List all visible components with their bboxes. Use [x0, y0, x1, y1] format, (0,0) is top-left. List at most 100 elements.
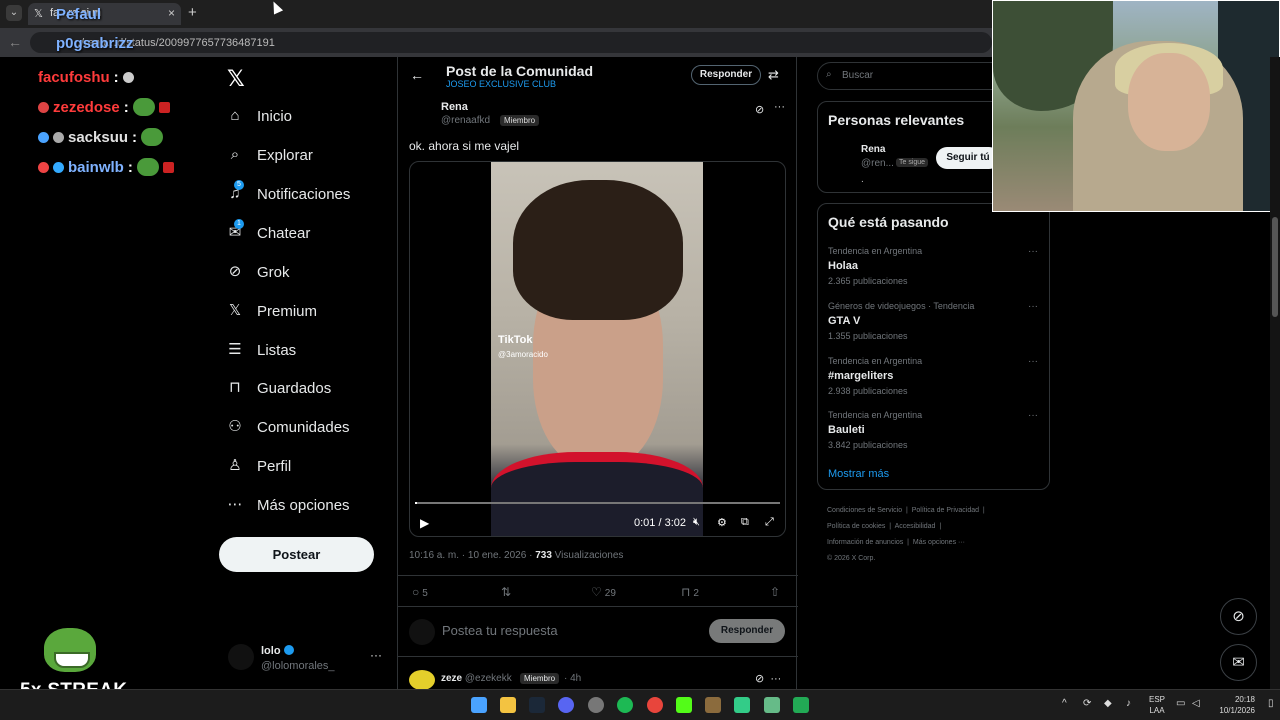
tiktok-username: @3amoracido — [498, 350, 548, 359]
sidebar-item-guardados[interactable]: ⊓ Guardados — [226, 373, 331, 403]
pip-icon[interactable]: ⧉ — [741, 516, 749, 529]
back-arrow-icon[interactable]: ← — [410, 67, 424, 83]
author-handle[interactable]: @renaafkd — [441, 115, 490, 126]
tiktok-watermark: TikTok — [498, 334, 533, 346]
trend-item[interactable]: Tendencia en Argentina Bauleti 3.842 pub… — [828, 410, 1038, 450]
sidebar-item-explorar[interactable]: ⌕ Explorar — [226, 140, 313, 170]
follow-button[interactable]: Seguir tú — [936, 147, 1000, 169]
sidebar-item-grok[interactable]: ⊘ Grok — [226, 257, 290, 287]
language-indicator[interactable]: ESP LAA — [1149, 694, 1165, 716]
scroll-thumb[interactable] — [1272, 217, 1278, 317]
video-progress-fill — [415, 502, 418, 504]
file-explorer-icon[interactable] — [500, 697, 516, 713]
volume-icon[interactable]: ◁ — [1192, 698, 1200, 709]
grok-icon[interactable]: ⊘ — [755, 103, 764, 116]
notification-badge: 1 — [234, 219, 244, 229]
reply-button[interactable]: Responder — [691, 65, 761, 85]
spotify-icon[interactable] — [617, 697, 633, 713]
footer-link[interactable]: Información de anuncios — [827, 539, 903, 546]
sidebar-item-comunidades[interactable]: ⚇ Comunidades — [226, 412, 349, 442]
url-field[interactable]: …/rena…d/status/2009977657736487191 — [30, 32, 992, 53]
more-icon[interactable]: ··· — [774, 101, 785, 113]
share-icon[interactable]: ⇧ — [770, 585, 783, 599]
settings-gear-icon[interactable]: ⚙ — [717, 516, 727, 529]
reply-action[interactable]: ○ 5 — [412, 585, 428, 599]
sidebar-item-listas[interactable]: ☰ Listas — [226, 335, 296, 365]
views-label: Visualizaciones — [551, 550, 624, 561]
close-tab-icon[interactable]: × — [168, 6, 175, 20]
browser-tab[interactable]: 𝕏 fa...ra si m × — [28, 3, 181, 25]
sidebar-item-notificaciones[interactable]: ♫ 5 Notificaciones — [226, 179, 350, 209]
more-icon[interactable]: ··· — [1028, 246, 1038, 257]
filter-icon[interactable]: ⇄ — [768, 67, 779, 83]
footer-link[interactable]: Política de Privacidad — [912, 507, 979, 514]
messages-fab-icon[interactable]: ✉ — [1220, 644, 1257, 681]
video-progress-bar[interactable] — [415, 502, 780, 504]
more-icon[interactable]: ··· — [1028, 410, 1038, 421]
steam-icon[interactable] — [529, 697, 545, 713]
more-icon[interactable]: ⊘ ··· — [755, 672, 781, 685]
back-arrow-icon[interactable]: ← — [8, 34, 22, 50]
footer-link[interactable]: Política de cookies — [827, 523, 885, 530]
scrollbar[interactable] — [1270, 57, 1280, 689]
bookmark-action[interactable]: ⊓ 2 — [681, 585, 699, 599]
avatar[interactable] — [828, 144, 856, 172]
community-link[interactable]: JOSEO EXCLUSIVE CLUB — [446, 79, 556, 89]
reply-author[interactable]: zeze @ezekekk — [441, 673, 512, 684]
network-icon[interactable]: ▭ — [1176, 698, 1185, 709]
sidebar-item-chatear[interactable]: ✉ 1 Chatear — [226, 218, 310, 248]
footer-link[interactable]: Condiciones de Servicio — [827, 507, 902, 514]
trend-category: Tendencia en Argentina — [828, 246, 923, 256]
repost-action[interactable]: ⇅ — [501, 585, 514, 599]
chevron-up-icon[interactable]: ^ — [1062, 698, 1067, 709]
reply-author-handle: @ezekekk — [464, 673, 512, 684]
x-logo-icon[interactable]: 𝕏 — [227, 66, 245, 92]
relevant-name[interactable]: Rena — [861, 144, 885, 155]
app-icon[interactable] — [734, 697, 750, 713]
trending-box: Qué está pasando Tendencia en Argentina … — [817, 203, 1050, 490]
trend-item[interactable]: Tendencia en Argentina #margeliters 2.93… — [828, 356, 1038, 396]
notification-bell-icon[interactable]: ▯ — [1268, 698, 1274, 709]
reply-input[interactable]: Postea tu respuesta — [442, 623, 558, 638]
sidebar-item-premium[interactable]: 𝕏 Premium — [226, 296, 317, 326]
fullscreen-icon[interactable]: ⤢ — [765, 516, 774, 529]
windows-start-icon[interactable] — [471, 697, 487, 713]
trend-name: #margeliters — [828, 370, 894, 382]
show-more-link[interactable]: Mostrar más — [828, 468, 889, 480]
like-action[interactable]: ♡ 29 — [591, 585, 616, 599]
play-icon[interactable]: ▶ — [420, 516, 429, 530]
tray-icon[interactable]: ⟳ — [1083, 698, 1091, 709]
grok-fab-icon[interactable]: ⊘ — [1220, 598, 1257, 635]
account-switcher[interactable]: lolo @lolomorales_ ··· — [228, 642, 388, 676]
sidebar-item-mas-opciones[interactable]: ⋯ Más opciones — [226, 490, 350, 520]
kick-icon[interactable] — [676, 697, 692, 713]
more-icon[interactable]: ··· — [370, 648, 382, 662]
footer-link[interactable]: Más opciones ··· — [913, 539, 965, 546]
tray-icon[interactable]: ◆ — [1104, 698, 1112, 709]
app-icon[interactable] — [588, 697, 604, 713]
tab-search-button[interactable]: ⌄ — [6, 5, 22, 21]
avatar[interactable] — [409, 670, 435, 690]
chrome-icon[interactable] — [647, 697, 663, 713]
trend-item[interactable]: Tendencia en Argentina Holaa 2.365 publi… — [828, 246, 1038, 286]
clock[interactable]: 20:18 10/1/2026 — [1215, 694, 1255, 716]
discord-icon[interactable] — [558, 697, 574, 713]
search-input[interactable]: ⌕ Buscar — [817, 62, 1017, 90]
new-tab-button[interactable]: + — [188, 4, 197, 21]
video-player[interactable]: TikTok @3amoracido ▶ 0:01 / 3:02 🔇︎ ⚙ ⧉ … — [409, 161, 786, 537]
app-icon[interactable] — [764, 697, 780, 713]
author-name[interactable]: Rena — [441, 101, 468, 113]
post-button[interactable]: Postear — [219, 537, 374, 572]
mic-icon[interactable]: ♪ — [1126, 698, 1131, 709]
mute-icon[interactable]: 🔇︎ — [693, 516, 700, 529]
trend-item[interactable]: Géneros de videojuegos · Tendencia GTA V… — [828, 301, 1038, 341]
reply-submit-button[interactable]: Responder — [709, 619, 785, 643]
bookmark-icon: ⊓ — [681, 585, 691, 599]
app-icon[interactable] — [793, 697, 809, 713]
more-icon[interactable]: ··· — [1028, 356, 1038, 367]
minecraft-icon[interactable] — [705, 697, 721, 713]
sidebar-item-inicio[interactable]: ⌂ Inicio — [226, 101, 292, 131]
sidebar-item-perfil[interactable]: ♙ Perfil — [226, 451, 291, 481]
more-icon[interactable]: ··· — [1028, 301, 1038, 312]
footer-link[interactable]: Accesibilidad — [895, 523, 936, 530]
